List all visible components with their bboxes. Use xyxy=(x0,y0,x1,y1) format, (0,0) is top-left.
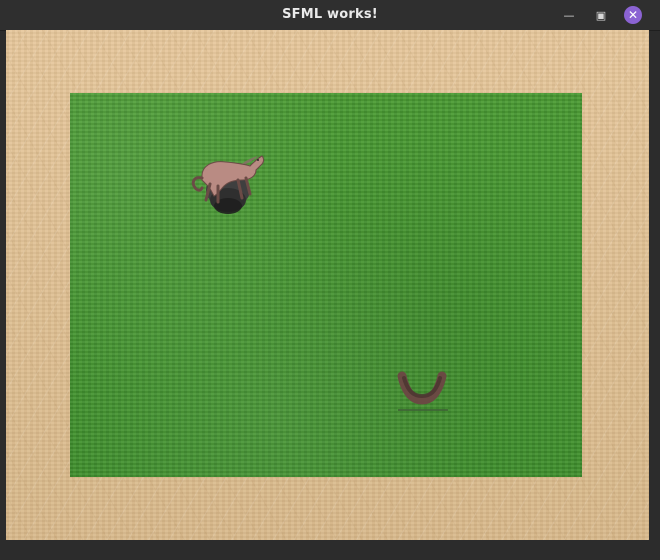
app-window: SFML works! — ▣ ✕ xyxy=(0,0,660,560)
burrow-sprite xyxy=(397,371,448,411)
grass-field xyxy=(70,93,582,477)
close-icon[interactable]: ✕ xyxy=(624,6,642,24)
window-controls: — ▣ ✕ xyxy=(560,6,642,24)
horse-sprite xyxy=(191,155,264,214)
title-bar[interactable]: SFML works! — ▣ ✕ xyxy=(0,0,660,31)
minimize-icon[interactable]: — xyxy=(560,6,578,24)
game-canvas[interactable] xyxy=(6,30,649,540)
restore-icon[interactable]: ▣ xyxy=(592,6,610,24)
